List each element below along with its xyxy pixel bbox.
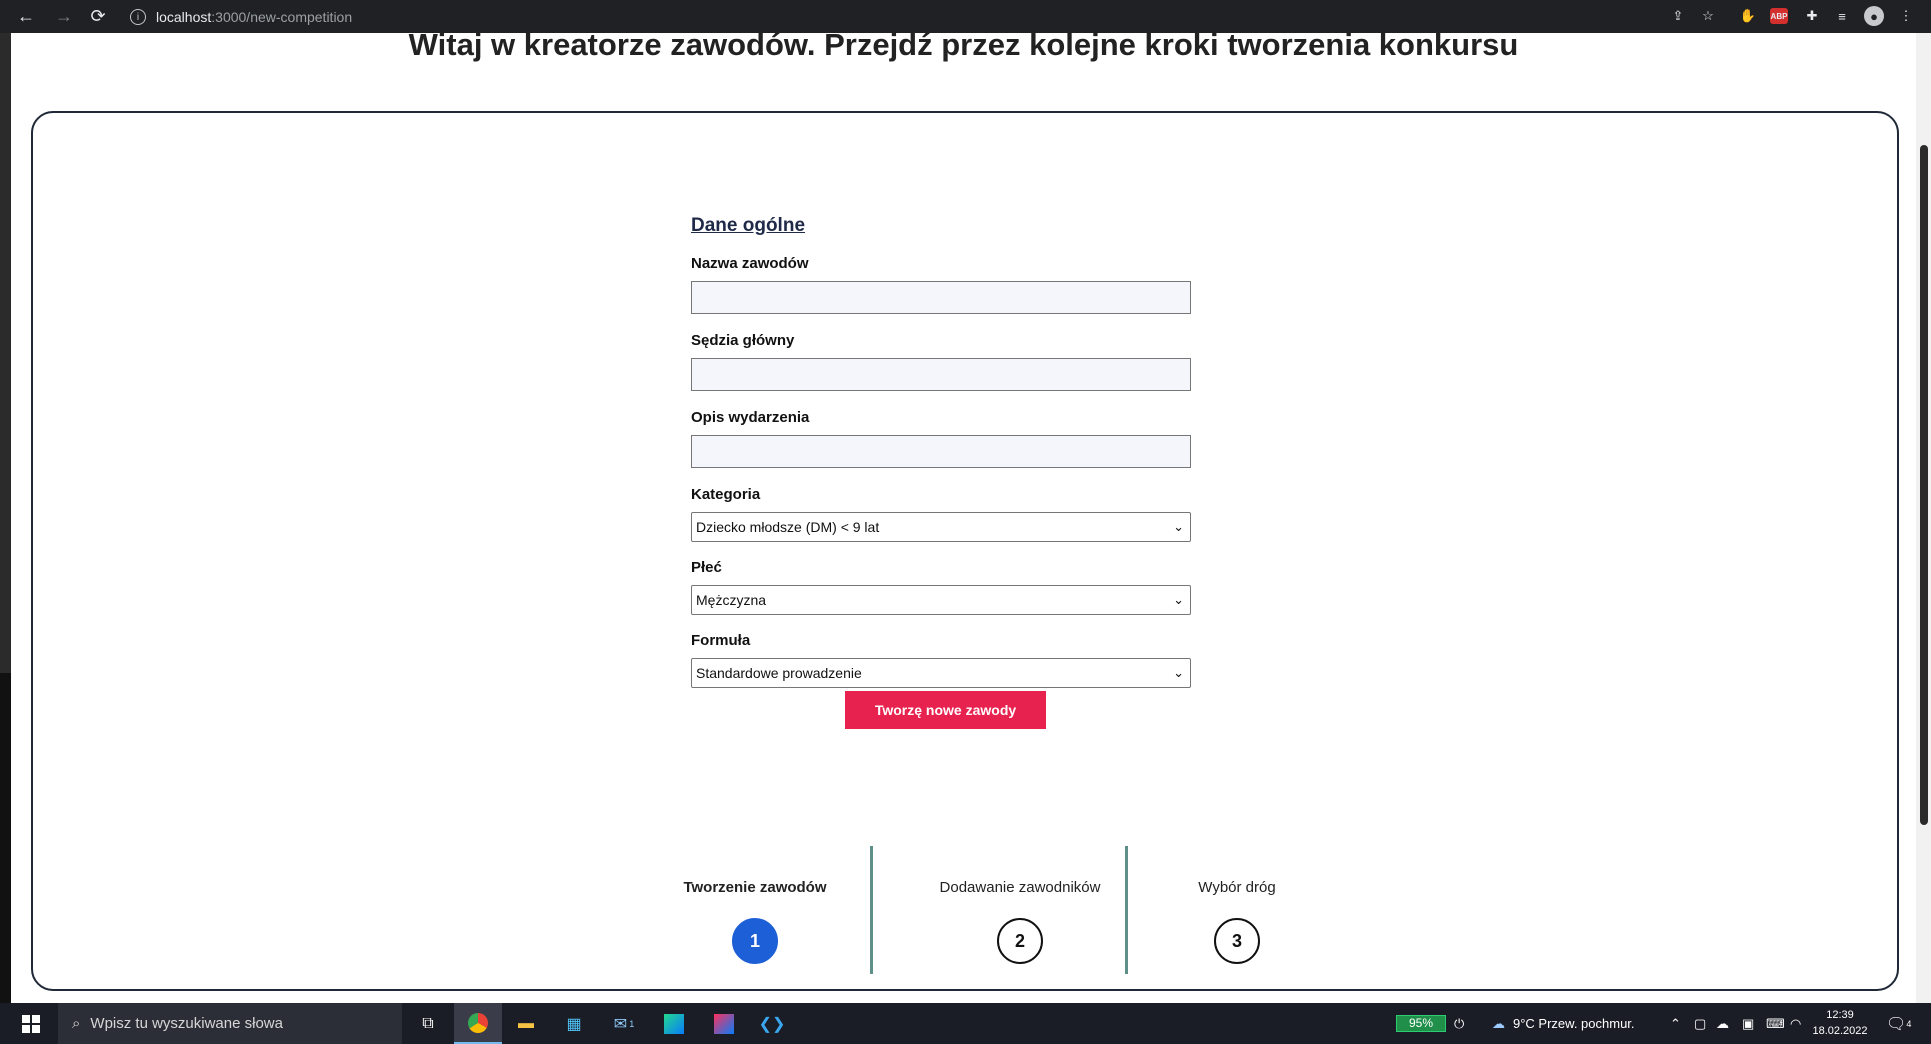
step-number: 2 bbox=[997, 918, 1043, 964]
category-label: Kategoria bbox=[691, 486, 761, 503]
mail-badge: 1 bbox=[629, 1018, 635, 1029]
browser-menu-icon[interactable]: ⋮ bbox=[1896, 6, 1916, 26]
background-window-edge bbox=[0, 33, 11, 1003]
name-label: Nazwa zawodów bbox=[691, 255, 809, 272]
power-plug-icon: ⏻ bbox=[1454, 1015, 1465, 1031]
competition-name-input[interactable] bbox=[691, 281, 1191, 314]
step-number: 1 bbox=[732, 918, 778, 964]
onedrive-icon[interactable]: ☁ bbox=[1716, 1003, 1729, 1044]
step-label: Tworzenie zawodów bbox=[683, 879, 827, 896]
address-bar[interactable]: i localhost:3000/new-competition bbox=[120, 3, 1760, 30]
scrollbar-thumb[interactable] bbox=[1920, 145, 1928, 825]
system-clock[interactable]: 12:39 18.02.2022 bbox=[1810, 1007, 1870, 1039]
step-label: Dodawanie zawodników bbox=[939, 879, 1101, 896]
chrome-app-icon[interactable] bbox=[454, 1003, 502, 1044]
notifications-icon[interactable]: 🗨 4 bbox=[1886, 1003, 1911, 1044]
description-label: Opis wydarzenia bbox=[691, 409, 810, 426]
step-create-competition[interactable]: Tworzenie zawodów 1 bbox=[660, 846, 850, 964]
category-selected-value: Dziecko młodsze (DM) < 9 lat bbox=[696, 519, 880, 535]
formula-selected-value: Standardowe prowadzenie bbox=[696, 665, 862, 681]
gender-label: Płeć bbox=[691, 559, 722, 576]
os-taskbar: ⌕ Wpisz tu wyszukiwane słowa ⧉ ▬ ▦ ✉ 1 ❮❯… bbox=[0, 1003, 1931, 1044]
clock-time: 12:39 bbox=[1826, 1009, 1854, 1021]
webstorm-icon[interactable] bbox=[650, 1003, 698, 1044]
task-view-icon[interactable]: ⧉ bbox=[404, 1003, 452, 1044]
step-divider bbox=[870, 846, 873, 974]
keyboard-icon[interactable]: ⌨ bbox=[1766, 1003, 1785, 1044]
clock-date: 18.02.2022 bbox=[1812, 1025, 1868, 1037]
chevron-down-icon: ⌄ bbox=[1173, 519, 1184, 534]
head-judge-input[interactable] bbox=[691, 358, 1191, 391]
site-info-icon[interactable]: i bbox=[130, 8, 146, 25]
taskbar-search[interactable]: ⌕ Wpisz tu wyszukiwane słowa bbox=[58, 1003, 402, 1044]
abp-icon[interactable]: ABP bbox=[1770, 8, 1788, 24]
extensions-puzzle-icon[interactable]: ✚ bbox=[1802, 6, 1822, 26]
url-path: :3000/new-competition bbox=[211, 8, 353, 25]
notification-count: 4 bbox=[1906, 1018, 1912, 1029]
vscode-icon[interactable]: ❮❯ bbox=[748, 1003, 796, 1044]
weather-text: 9°C Przew. pochmur. bbox=[1513, 1016, 1635, 1031]
weather-widget[interactable]: ☁ 9°C Przew. pochmur. bbox=[1492, 1003, 1635, 1044]
page-title: Witaj w kreatorze zawodów. Przejdź przez… bbox=[408, 27, 1519, 62]
url-host: localhost bbox=[156, 8, 212, 25]
gender-select[interactable]: Mężczyzna ⌄ bbox=[691, 585, 1191, 615]
step-number: 3 bbox=[1214, 918, 1260, 964]
gender-selected-value: Mężczyzna bbox=[696, 592, 767, 608]
bookmark-star-icon[interactable]: ☆ bbox=[1698, 6, 1718, 26]
chevron-down-icon: ⌄ bbox=[1173, 665, 1184, 680]
store-icon[interactable]: ▦ bbox=[550, 1003, 598, 1044]
intellij-icon[interactable] bbox=[700, 1003, 748, 1044]
category-select[interactable]: Dziecko młodsze (DM) < 9 lat ⌄ bbox=[691, 512, 1191, 542]
display-icon[interactable]: ▣ bbox=[1742, 1003, 1754, 1044]
tray-device-icon[interactable]: ▢ bbox=[1694, 1003, 1706, 1044]
mail-icon[interactable]: ✉ 1 bbox=[600, 1003, 648, 1044]
formula-label: Formuła bbox=[691, 632, 751, 649]
create-competition-button[interactable]: Tworzę nowe zawody bbox=[845, 691, 1046, 729]
search-placeholder: Wpisz tu wyszukiwane słowa bbox=[90, 1015, 283, 1032]
file-explorer-icon[interactable]: ▬ bbox=[502, 1003, 550, 1044]
judge-label: Sędzia główny bbox=[691, 332, 795, 349]
event-description-input[interactable] bbox=[691, 435, 1191, 468]
stop-extension-icon[interactable]: ✋ bbox=[1738, 6, 1758, 26]
profile-avatar[interactable]: ● bbox=[1864, 6, 1884, 26]
formula-select[interactable]: Standardowe prowadzenie ⌄ bbox=[691, 658, 1191, 688]
share-icon[interactable]: ⇪ bbox=[1668, 6, 1688, 26]
windows-start-icon[interactable] bbox=[22, 1015, 40, 1033]
search-icon: ⌕ bbox=[72, 1015, 81, 1032]
show-hidden-icons-icon[interactable]: ⌃ bbox=[1670, 1003, 1681, 1044]
wifi-icon[interactable]: ◠ bbox=[1790, 1003, 1801, 1044]
battery-indicator[interactable]: 95% bbox=[1396, 1015, 1446, 1032]
chevron-down-icon: ⌄ bbox=[1173, 592, 1184, 607]
step-label: Wybór dróg bbox=[1198, 879, 1276, 896]
competition-form: Dane ogólne Nazwa zawodów Sędzia główny … bbox=[691, 212, 1191, 704]
step-choose-routes[interactable]: Wybór dróg 3 bbox=[1152, 846, 1322, 964]
cloud-icon: ☁ bbox=[1492, 1015, 1505, 1031]
form-heading: Dane ogólne bbox=[691, 215, 806, 236]
step-add-competitors[interactable]: Dodawanie zawodników 2 bbox=[900, 846, 1140, 964]
step-divider bbox=[1125, 846, 1128, 974]
reading-list-icon[interactable]: ≡ bbox=[1832, 6, 1852, 26]
